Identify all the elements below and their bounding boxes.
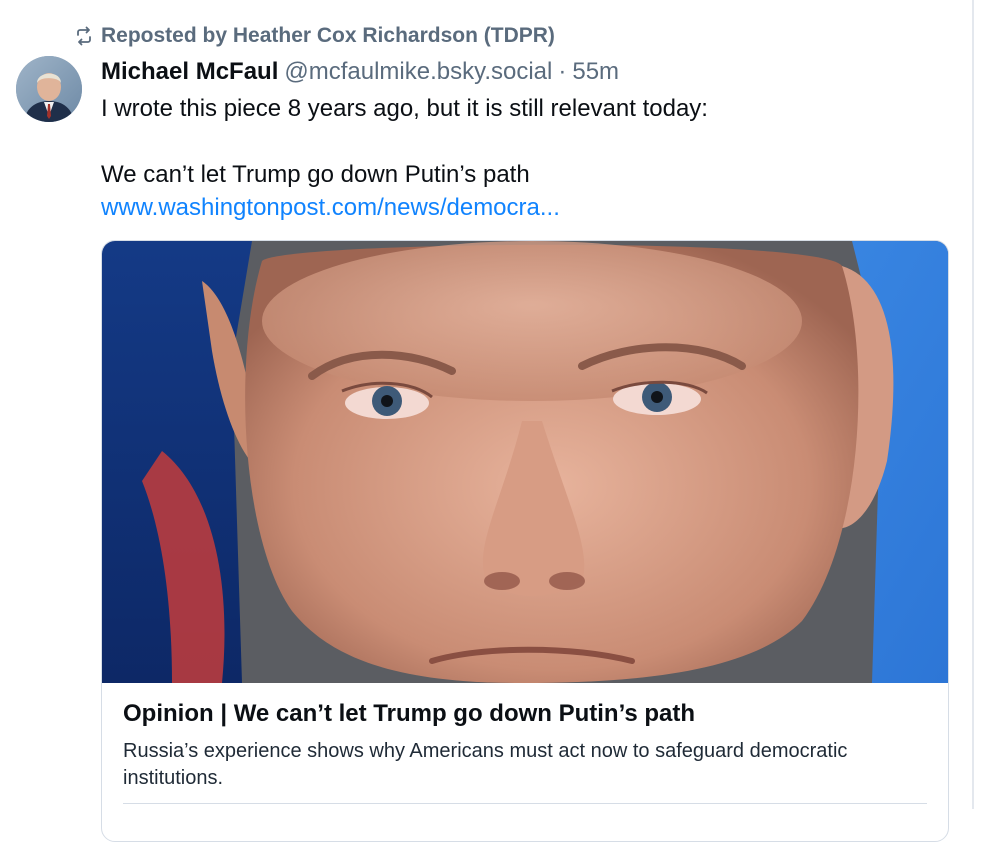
post-link[interactable]: www.washingtonpost.com/news/democra... bbox=[101, 194, 560, 221]
post-body: I wrote this piece 8 years ago, but it i… bbox=[101, 92, 931, 224]
repost-icon bbox=[74, 26, 94, 46]
card-description: Russia’s experience shows why Americans … bbox=[123, 740, 848, 789]
post-text-headline: We can’t let Trump go down Putin’s path bbox=[101, 161, 530, 188]
card-divider bbox=[123, 803, 927, 804]
author-handle[interactable]: @mcfaulmike.bsky.social bbox=[284, 58, 552, 86]
post-text-line: I wrote this piece 8 years ago, but it i… bbox=[101, 95, 708, 122]
card-thumbnail-image[interactable] bbox=[102, 241, 948, 683]
author-avatar[interactable] bbox=[16, 56, 82, 122]
post-timestamp[interactable]: 55m bbox=[572, 58, 619, 86]
post-text-line: We can’t let Trump go down Putin’s path … bbox=[101, 158, 931, 224]
repost-label[interactable]: Reposted by Heather Cox Richardson (TDPR… bbox=[101, 24, 555, 48]
feed-column-border bbox=[972, 0, 974, 809]
repost-indicator[interactable]: Reposted by Heather Cox Richardson (TDPR… bbox=[74, 22, 555, 50]
author-name[interactable]: Michael McFaul bbox=[101, 58, 278, 86]
post-header: Michael McFaul @mcfaulmike.bsky.social ·… bbox=[101, 58, 619, 88]
separator-dot: · bbox=[558, 58, 567, 85]
card-title[interactable]: Opinion | We can’t let Trump go down Put… bbox=[123, 700, 695, 728]
link-preview-card[interactable]: Opinion | We can’t let Trump go down Put… bbox=[101, 240, 949, 842]
